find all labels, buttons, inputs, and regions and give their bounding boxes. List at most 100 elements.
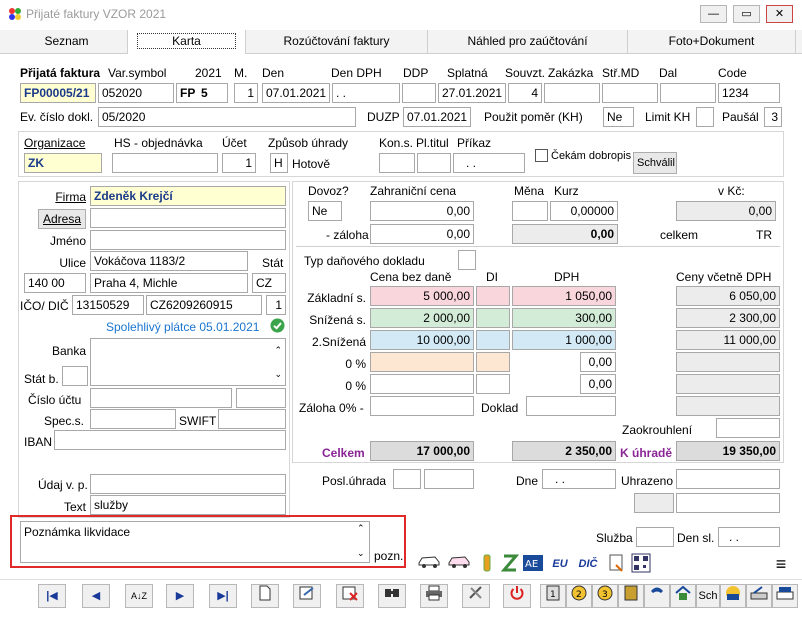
iban-field[interactable] bbox=[54, 430, 286, 450]
di-snizena-field[interactable] bbox=[476, 308, 510, 328]
var-symbol-field[interactable]: 052020 bbox=[98, 83, 174, 103]
dph-0b-field[interactable]: 0,00 bbox=[580, 374, 616, 394]
last-record-button[interactable]: ▶| bbox=[209, 584, 237, 608]
posl-uhrada2-field[interactable] bbox=[424, 469, 474, 489]
di-0a-field[interactable] bbox=[476, 352, 510, 372]
statb-field[interactable] bbox=[62, 366, 88, 386]
find-icon[interactable] bbox=[378, 584, 406, 608]
uhrazeno3-field[interactable] bbox=[676, 493, 780, 513]
typ-dan-field[interactable] bbox=[458, 250, 476, 270]
ico-field[interactable]: 13150529 bbox=[72, 295, 144, 315]
firma2-field[interactable] bbox=[90, 208, 286, 228]
qr-icon[interactable] bbox=[628, 553, 654, 575]
posl-uhrada-field[interactable] bbox=[393, 469, 421, 489]
new-doc-icon[interactable] bbox=[251, 584, 279, 608]
mena-field[interactable] bbox=[512, 201, 548, 221]
ulice-field[interactable]: Vokáčova 1183/2 bbox=[90, 251, 248, 271]
print-icon[interactable] bbox=[420, 584, 448, 608]
zaloha0-field[interactable] bbox=[370, 396, 474, 416]
prikaz-field[interactable]: . . bbox=[453, 153, 525, 173]
month-field[interactable]: 1 bbox=[234, 83, 258, 103]
dph-zakladni-field[interactable]: 1 050,00 bbox=[512, 286, 616, 306]
duzp-field[interactable]: 07.01.2021 bbox=[403, 107, 471, 127]
note-scroll-up-icon[interactable]: ⌃ bbox=[357, 523, 365, 534]
eu-button[interactable]: EU bbox=[547, 553, 573, 575]
pltitul-field[interactable] bbox=[417, 153, 451, 173]
mesto-field[interactable]: Praha 4, Michle bbox=[90, 273, 248, 293]
code-field[interactable]: 1234 bbox=[718, 83, 780, 103]
dph-2snizena-field[interactable]: 1 000,00 bbox=[512, 330, 616, 350]
firma-field[interactable]: Zdeněk Krejčí bbox=[90, 186, 286, 206]
kurz-field[interactable]: 0,00000 bbox=[550, 201, 618, 221]
dne-field[interactable]: . . bbox=[542, 469, 616, 489]
scan-icon[interactable] bbox=[746, 584, 772, 608]
next-record-button[interactable]: ▶ bbox=[166, 584, 194, 608]
close-button[interactable]: ✕ bbox=[766, 5, 793, 23]
calc2-icon[interactable]: 2 bbox=[566, 584, 592, 608]
dal-field[interactable] bbox=[660, 83, 716, 103]
specs-field[interactable] bbox=[90, 409, 176, 429]
calc3-icon[interactable]: 3 bbox=[592, 584, 618, 608]
scroll-up-icon[interactable]: ⌃ bbox=[274, 341, 282, 359]
pausal-field[interactable]: 3 bbox=[764, 107, 782, 127]
phone-icon[interactable] bbox=[644, 584, 670, 608]
zpusob-code-field[interactable]: H bbox=[270, 153, 288, 173]
psc-field[interactable]: 140 00 bbox=[24, 273, 86, 293]
den-sl-field[interactable]: . . bbox=[718, 527, 780, 547]
menu-icon[interactable]: ≡ bbox=[768, 553, 794, 575]
scroll-down-icon[interactable]: ⌄ bbox=[274, 365, 282, 383]
zahranicni-field[interactable]: 0,00 bbox=[370, 201, 474, 221]
limit-kh-field[interactable] bbox=[696, 107, 714, 127]
udaj-field[interactable] bbox=[90, 474, 286, 494]
tab-foto[interactable]: Foto+Dokument bbox=[628, 30, 796, 54]
organizace-field[interactable]: ZK bbox=[24, 153, 102, 173]
dic-field[interactable]: CZ6209260915 bbox=[146, 295, 262, 315]
banka-field[interactable]: ⌃ ⌄ bbox=[90, 338, 286, 386]
note-scroll-down-icon[interactable]: ⌄ bbox=[357, 548, 365, 559]
cekam-dobropis-checkbox[interactable] bbox=[535, 149, 548, 162]
base-0a-field[interactable] bbox=[370, 352, 474, 372]
sch-button[interactable]: Sch bbox=[696, 584, 720, 608]
ev-cislo-field[interactable]: 05/2020 bbox=[98, 107, 356, 127]
uhrazeno-field[interactable] bbox=[676, 469, 780, 489]
tab-seznam[interactable]: Seznam bbox=[6, 30, 128, 54]
strmd-field[interactable] bbox=[602, 83, 658, 103]
text-field[interactable]: služby bbox=[90, 495, 286, 515]
splatna-field[interactable]: 27.01.2021 bbox=[438, 83, 506, 103]
kons-field[interactable] bbox=[379, 153, 415, 173]
zakazka-field[interactable] bbox=[544, 83, 600, 103]
book-icon[interactable] bbox=[618, 584, 644, 608]
di-0b-field[interactable] bbox=[476, 374, 510, 394]
zaokrouhleni-field[interactable] bbox=[716, 418, 780, 438]
delete-doc-icon[interactable] bbox=[336, 584, 364, 608]
swift-field[interactable] bbox=[218, 409, 286, 429]
power-icon[interactable] bbox=[503, 584, 531, 608]
doc-number-field[interactable]: FP00005/21 bbox=[20, 83, 96, 103]
jmeno-field[interactable] bbox=[90, 230, 286, 250]
den-field[interactable]: 07.01.2021 bbox=[262, 83, 330, 103]
di-2snizena-field[interactable] bbox=[476, 330, 510, 350]
dph-snizena-field[interactable]: 300,00 bbox=[512, 308, 616, 328]
base-zakladni-field[interactable]: 5 000,00 bbox=[370, 286, 474, 306]
calc1-icon[interactable]: 1 bbox=[540, 584, 566, 608]
adresa-button[interactable]: Adresa bbox=[38, 209, 86, 229]
den-dph-field[interactable]: . . bbox=[332, 83, 400, 103]
scan2-icon[interactable] bbox=[772, 584, 798, 608]
tab-nahled[interactable]: Náhled pro zaúčtování bbox=[428, 30, 628, 54]
sluzba-field[interactable] bbox=[636, 527, 674, 547]
di-zakladni-field[interactable] bbox=[476, 286, 510, 306]
stat-field[interactable]: CZ bbox=[252, 273, 286, 293]
prev-record-button[interactable]: ◀ bbox=[82, 584, 110, 608]
souvzt-field[interactable]: 4 bbox=[508, 83, 542, 103]
car2-icon[interactable] bbox=[446, 553, 472, 575]
first-record-button[interactable]: |◀ bbox=[38, 584, 66, 608]
kod-banky-field[interactable] bbox=[236, 388, 286, 408]
ucet-field[interactable]: 1 bbox=[222, 153, 256, 173]
car-icon[interactable] bbox=[416, 553, 442, 575]
ddp-field[interactable] bbox=[402, 83, 436, 103]
hs-field[interactable] bbox=[112, 153, 218, 173]
zaloha-field[interactable]: 0,00 bbox=[370, 224, 474, 244]
pouzit-pomer-field[interactable]: Ne bbox=[603, 107, 634, 127]
doc-series-num-field[interactable]: 5 bbox=[198, 83, 228, 103]
sort-button[interactable]: A↓Z bbox=[125, 584, 153, 608]
